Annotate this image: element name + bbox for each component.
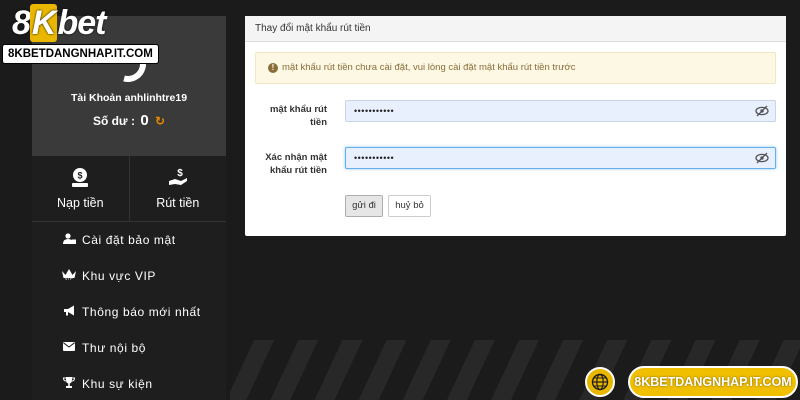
eye-slash-icon[interactable]	[755, 105, 769, 117]
globe-icon[interactable]	[585, 367, 615, 397]
domain-badge[interactable]: 8KBETDANGNHAP.IT.COM	[628, 366, 798, 398]
svg-text:$: $	[78, 171, 83, 181]
confirm-password-value: •••••••••••	[354, 153, 395, 163]
sidebar-item-label: Khu vực VIP	[82, 269, 156, 283]
crown-icon: VIP	[60, 269, 78, 283]
deposit-button[interactable]: $ Nạp tiền	[32, 156, 129, 221]
confirm-password-input[interactable]: •••••••••••	[345, 147, 776, 169]
info-icon: !	[268, 63, 278, 73]
balance: Số dư : 0 ↻	[32, 112, 226, 129]
hand-money-icon: $	[130, 166, 227, 190]
sidebar-item-label: Cài đặt bảo mật	[82, 233, 176, 247]
password-label: mật khẩu rút tiền	[269, 104, 327, 128]
trophy-icon	[60, 377, 78, 391]
sidebar-item-label: Thư nội bộ	[82, 341, 147, 355]
svg-text:$: $	[177, 168, 183, 179]
deposit-label: Nạp tiền	[56, 196, 104, 210]
sidebar-menu: Cài đặt bảo mật VIP Khu vực VIP Thông bá…	[32, 222, 226, 400]
sidebar-item-security[interactable]: Cài đặt bảo mật	[32, 222, 226, 258]
sidebar-item-label: Thông báo mới nhất	[82, 305, 201, 319]
withdraw-password-panel: Thay đổi mật khẩu rút tiền ! mật khẩu rút…	[245, 16, 786, 236]
logo-wordmark: 8Kbet	[12, 4, 106, 42]
confirm-password-label: Xác nhận mật khẩu rút tiền	[265, 152, 327, 176]
sidebar-item-events[interactable]: Khu sự kiện	[32, 366, 226, 400]
user-lock-icon	[60, 233, 78, 247]
balance-value: 0	[140, 112, 149, 129]
envelope-icon	[60, 342, 78, 354]
eye-slash-icon[interactable]	[755, 152, 769, 164]
cancel-button[interactable]: huỷ bỏ	[388, 195, 431, 217]
account-name: Tài Khoản anhlinhtre19	[70, 92, 188, 104]
warning-alert: ! mật khẩu rút tiền chưa cài đặt, vui lòn…	[255, 52, 776, 84]
megaphone-icon	[60, 305, 78, 319]
logo-domain: 8KBETDANGNHAP.IT.COM	[2, 44, 159, 64]
withdraw-button[interactable]: $ Rút tiền	[128, 156, 227, 221]
money-bag-icon: $	[32, 166, 129, 190]
refresh-icon[interactable]: ↻	[155, 114, 165, 128]
sidebar-item-vip[interactable]: VIP Khu vực VIP	[32, 258, 226, 294]
svg-text:VIP: VIP	[65, 276, 73, 280]
sidebar: Tài Khoản anhlinhtre19 Số dư : 0 ↻ $ Nạp…	[32, 16, 226, 400]
sidebar-item-inbox[interactable]: Thư nội bộ	[32, 330, 226, 366]
quick-actions: $ Nạp tiền $ Rút tiền	[32, 156, 226, 222]
brand-logo[interactable]: 8Kbet 8KBETDANGNHAP.IT.COM	[2, 4, 159, 66]
withdraw-label: Rút tiền	[156, 196, 200, 210]
panel-title: Thay đổi mật khẩu rút tiền	[245, 16, 786, 42]
password-value: •••••••••••	[354, 106, 395, 116]
submit-button[interactable]: gửi đi	[345, 195, 383, 217]
balance-label: Số dư :	[92, 114, 135, 128]
alert-text: mật khẩu rút tiền chưa cài đặt, vui lòng…	[282, 62, 576, 73]
password-input[interactable]: •••••••••••	[345, 100, 776, 122]
sidebar-item-notifications[interactable]: Thông báo mới nhất	[32, 294, 226, 330]
sidebar-item-label: Khu sự kiện	[82, 377, 153, 391]
